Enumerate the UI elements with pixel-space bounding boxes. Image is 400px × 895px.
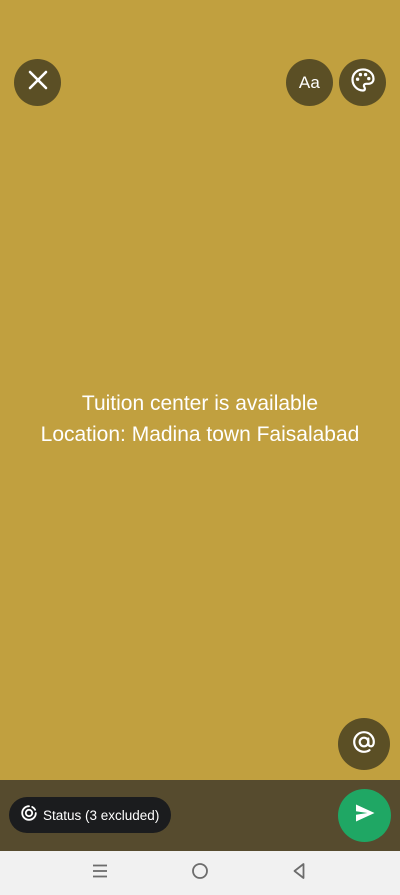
send-button[interactable] (338, 789, 391, 842)
back-button[interactable] (274, 851, 324, 895)
palette-icon (350, 67, 376, 98)
back-icon (291, 862, 307, 885)
status-text[interactable]: Tuition center is available Location: Ma… (10, 388, 390, 450)
home-button[interactable] (175, 851, 225, 895)
at-icon (351, 729, 377, 760)
status-audience-label: Status (3 excluded) (43, 807, 160, 823)
font-label: Aa (298, 72, 321, 92)
status-text-line-2: Location: Madina town Faisalabad (40, 423, 360, 446)
font-button[interactable]: Aa (286, 59, 333, 106)
close-button[interactable] (14, 59, 61, 106)
recents-button[interactable] (75, 851, 125, 895)
status-audience-button[interactable]: Status (3 excluded) (9, 797, 171, 833)
status-ring-icon (21, 804, 37, 826)
home-icon (191, 862, 209, 885)
color-palette-button[interactable] (339, 59, 386, 106)
send-icon (353, 801, 377, 830)
system-navigation-bar (0, 851, 400, 895)
mention-button[interactable] (338, 718, 390, 770)
recents-icon (91, 863, 109, 884)
status-text-line-1: Tuition center is available (81, 392, 319, 415)
status-canvas[interactable]: Aa Tuition center is available Location:… (0, 0, 400, 780)
close-icon (27, 69, 49, 96)
